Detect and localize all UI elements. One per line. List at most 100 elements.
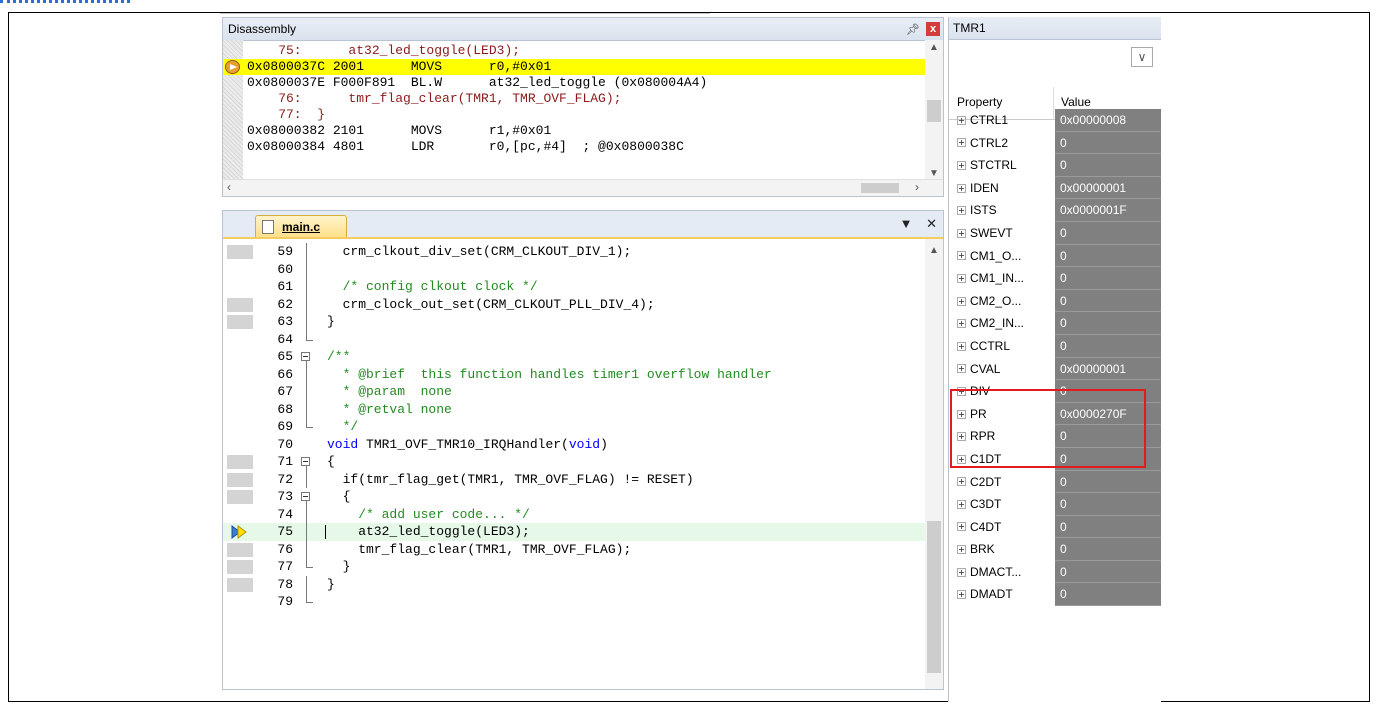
tab-main-c[interactable]: main.c [255, 215, 347, 237]
disassembly-line[interactable]: 0x0800037C 2001 MOVS r0,#0x01 [223, 59, 925, 75]
register-value[interactable]: 0 [1055, 267, 1161, 290]
close-tab-icon[interactable]: ✕ [926, 216, 937, 231]
code-line[interactable]: 63} [223, 313, 925, 331]
register-name-cell[interactable]: ISTS [957, 199, 1053, 222]
code-line[interactable]: 64 [223, 330, 925, 349]
register-name-cell[interactable]: C4DT [957, 516, 1053, 539]
register-name-cell[interactable]: CTRL2 [957, 132, 1053, 155]
register-name-cell[interactable]: DMADT [957, 583, 1053, 606]
register-name-cell[interactable]: CCTRL [957, 335, 1053, 358]
register-value[interactable]: 0 [1055, 560, 1161, 584]
fold-gutter[interactable] [301, 488, 313, 506]
expand-plus-icon[interactable] [957, 115, 966, 125]
code-line[interactable]: 79 [223, 593, 925, 611]
expand-plus-icon[interactable] [957, 341, 966, 351]
coverage-marker[interactable] [227, 297, 253, 312]
fold-gutter[interactable] [301, 348, 313, 366]
code-line[interactable]: 78} [223, 575, 925, 593]
register-value[interactable]: 0 [1055, 470, 1161, 494]
scroll-down-icon[interactable]: ▼ [929, 168, 939, 179]
disassembly-line[interactable]: 0x0800037E F000F891 BL.W at32_led_toggle… [223, 75, 925, 91]
code-line[interactable]: 61 /* config clkout clock */ [223, 278, 925, 296]
register-value[interactable]: 0 [1055, 583, 1161, 607]
pin-icon[interactable]: 📌︎ [906, 23, 920, 36]
scroll-up-icon[interactable]: ▲ [929, 245, 939, 256]
coverage-marker[interactable] [227, 455, 253, 469]
expand-plus-icon[interactable] [957, 273, 966, 283]
expand-plus-icon[interactable] [957, 590, 966, 600]
code-line[interactable]: 69 */ [223, 418, 925, 436]
scroll-up-icon[interactable]: ▲ [929, 42, 939, 53]
register-value[interactable]: 0x00000001 [1055, 176, 1161, 200]
code-line[interactable]: 62 crm_clock_out_set(CRM_CLKOUT_PLL_DIV_… [223, 295, 925, 313]
code-line[interactable]: 72 if(tmr_flag_get(TMR1, TMR_OVF_FLAG) !… [223, 470, 925, 488]
coverage-marker[interactable] [227, 490, 253, 504]
expand-plus-icon[interactable] [957, 296, 966, 306]
expand-plus-icon[interactable] [957, 183, 966, 193]
register-row[interactable]: DMACT... 0 [949, 560, 1161, 584]
register-name-cell[interactable]: CVAL [957, 358, 1053, 381]
coverage-marker[interactable] [227, 577, 253, 592]
peripheral-dropdown[interactable]: ∨ [1131, 47, 1153, 67]
register-name-cell[interactable]: STCTRL [957, 154, 1053, 177]
register-value[interactable]: 0 [1055, 312, 1161, 335]
register-row[interactable]: CTRL2 0 [949, 131, 1161, 155]
register-row[interactable]: CCTRL 0 [949, 334, 1161, 358]
register-name-cell[interactable]: CM2_IN... [957, 312, 1053, 335]
register-row[interactable]: CTRL1 0x00000008 [949, 109, 1161, 132]
register-row[interactable]: STCTRL 0 [949, 154, 1161, 177]
code-line[interactable]: 75 at32_led_toggle(LED3); [223, 523, 925, 541]
code-line[interactable]: 60 [223, 260, 925, 278]
coverage-marker[interactable] [227, 560, 253, 574]
register-row[interactable]: SWEVT 0 [949, 221, 1161, 245]
editor-vertical-scrollbar[interactable]: ▲ [925, 239, 943, 689]
expand-plus-icon[interactable] [957, 228, 966, 238]
code-line[interactable]: 71 { [223, 453, 925, 471]
register-name-cell[interactable]: CM1_IN... [957, 267, 1053, 290]
coverage-marker[interactable] [227, 245, 253, 259]
fold-toggle-icon[interactable] [301, 457, 310, 466]
register-name-cell[interactable]: C2DT [957, 471, 1053, 494]
tab-list-dropdown-icon[interactable]: ▼ [900, 216, 913, 231]
register-value[interactable]: 0 [1055, 244, 1161, 268]
register-name-cell[interactable]: CTRL1 [957, 109, 1053, 132]
expand-plus-icon[interactable] [957, 522, 966, 532]
code-line[interactable]: 66 * @brief this function handles timer1… [223, 365, 925, 383]
register-name-cell[interactable]: CM2_O... [957, 290, 1053, 313]
register-name-cell[interactable]: IDEN [957, 177, 1053, 200]
code-line[interactable]: 65 /** [223, 348, 925, 366]
disassembly-body[interactable]: 75: at32_led_toggle(LED3); 0x0800037C 200… [223, 40, 943, 181]
register-value[interactable]: 0 [1055, 289, 1161, 313]
register-row[interactable]: CM1_O... 0 [949, 244, 1161, 268]
code-line[interactable]: 68 * @retval none [223, 400, 925, 418]
register-value[interactable]: 0x00000008 [1055, 109, 1161, 132]
register-row[interactable]: CVAL 0x00000001 [949, 357, 1161, 381]
register-row[interactable]: C3DT 0 [949, 493, 1161, 516]
coverage-marker[interactable] [227, 472, 253, 487]
code-line[interactable]: 77 } [223, 558, 925, 576]
close-disassembly-button[interactable]: x [926, 22, 940, 36]
coverage-marker[interactable] [227, 542, 253, 557]
property-column-header[interactable]: Property [957, 95, 1002, 109]
disassembly-horizontal-scrollbar[interactable]: ‹ › [223, 179, 943, 196]
expand-plus-icon[interactable] [957, 499, 966, 509]
code-line[interactable]: 73 { [223, 488, 925, 506]
fold-toggle-icon[interactable] [301, 492, 310, 501]
register-row[interactable]: DMADT 0 [949, 583, 1161, 607]
expand-plus-icon[interactable] [957, 364, 966, 374]
register-value[interactable]: 0 [1055, 493, 1161, 516]
disassembly-vertical-scrollbar[interactable]: ▲ ▼ [925, 40, 943, 181]
code-line[interactable]: 70 void TMR1_OVF_TMR10_IRQHandler(void) [223, 436, 925, 454]
expand-plus-icon[interactable] [957, 477, 966, 487]
register-row[interactable]: C4DT 0 [949, 515, 1161, 539]
coverage-marker[interactable] [227, 315, 253, 329]
register-value[interactable]: 0 [1055, 131, 1161, 155]
fold-toggle-icon[interactable] [301, 352, 310, 361]
disassembly-line[interactable]: 0x08000382 2101 MOVS r1,#0x01 [223, 123, 925, 139]
scroll-right-icon[interactable]: › [915, 180, 919, 194]
code-line[interactable]: 59 crm_clkout_div_set(CRM_CLKOUT_DIV_1); [223, 243, 925, 261]
register-name-cell[interactable]: DMACT... [957, 561, 1053, 584]
register-row[interactable]: CM2_O... 0 [949, 289, 1161, 313]
register-value[interactable]: 0 [1055, 221, 1161, 245]
register-value[interactable]: 0x0000001F [1055, 199, 1161, 222]
